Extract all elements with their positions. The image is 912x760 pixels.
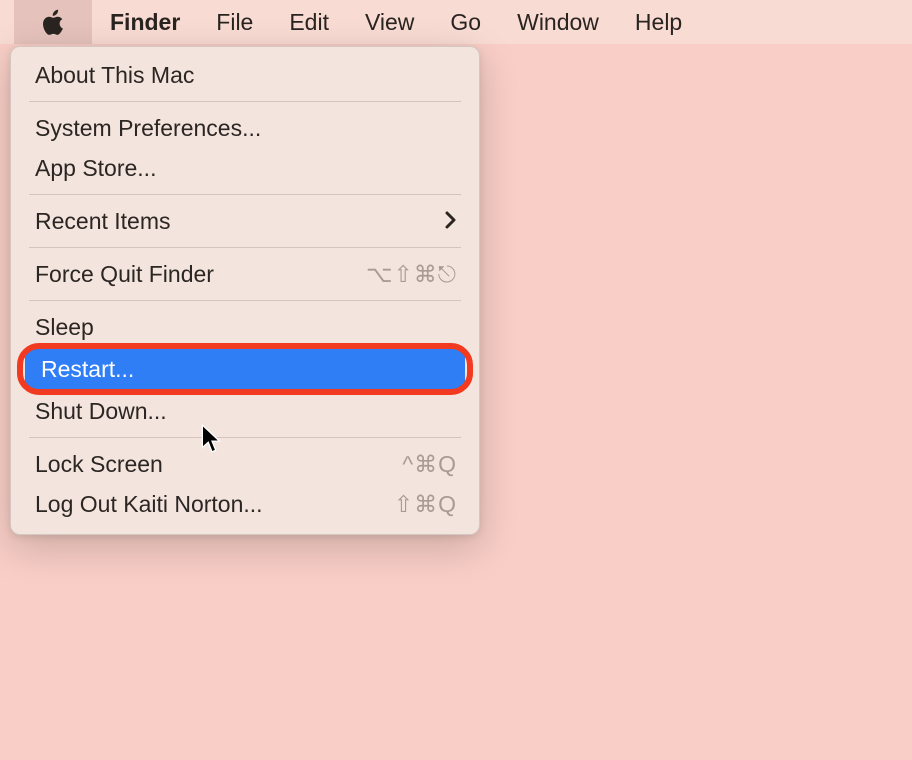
apple-logo-icon — [40, 7, 66, 37]
menubar-item-view[interactable]: View — [347, 0, 432, 44]
menu-item-shut-down[interactable]: Shut Down... — [11, 391, 479, 431]
menu-item-about[interactable]: About This Mac — [11, 55, 479, 95]
menu-separator — [29, 300, 461, 301]
menu-item-lock-screen[interactable]: Lock Screen ^⌘Q — [11, 444, 479, 484]
menu-separator — [29, 437, 461, 438]
apple-menu-dropdown: About This Mac System Preferences... App… — [10, 46, 480, 535]
menubar-app-name[interactable]: Finder — [92, 0, 198, 44]
menu-shortcut: ⌥⇧⌘⎋ — [366, 261, 457, 288]
menu-label: Restart... — [41, 356, 134, 383]
menubar-item-go[interactable]: Go — [432, 0, 499, 44]
menu-label: Sleep — [35, 314, 94, 341]
menubar-item-file[interactable]: File — [198, 0, 271, 44]
menu-label: Log Out Kaiti Norton... — [35, 491, 263, 518]
menubar-item-help[interactable]: Help — [617, 0, 700, 44]
menu-item-system-preferences[interactable]: System Preferences... — [11, 108, 479, 148]
menu-item-log-out[interactable]: Log Out Kaiti Norton... ⇧⌘Q — [11, 484, 479, 524]
menu-item-recent-items[interactable]: Recent Items — [11, 201, 479, 241]
menu-label: About This Mac — [35, 62, 194, 89]
menu-item-app-store[interactable]: App Store... — [11, 148, 479, 188]
menu-label: System Preferences... — [35, 115, 261, 142]
menu-shortcut: ^⌘Q — [402, 451, 457, 478]
menu-shortcut: ⇧⌘Q — [394, 491, 457, 518]
menu-item-restart[interactable]: Restart... — [25, 349, 465, 389]
menubar-item-edit[interactable]: Edit — [271, 0, 347, 44]
menu-label: Lock Screen — [35, 451, 163, 478]
highlighted-wrapper: Restart... — [17, 349, 473, 389]
menubar-item-window[interactable]: Window — [499, 0, 617, 44]
menu-separator — [29, 101, 461, 102]
menu-label: Shut Down... — [35, 398, 167, 425]
chevron-right-icon — [445, 208, 457, 235]
menubar: Finder File Edit View Go Window Help — [0, 0, 912, 44]
menu-separator — [29, 247, 461, 248]
menu-item-sleep[interactable]: Sleep — [11, 307, 479, 347]
menu-label: App Store... — [35, 155, 156, 182]
apple-menu-button[interactable] — [14, 0, 92, 44]
menu-separator — [29, 194, 461, 195]
menu-item-force-quit[interactable]: Force Quit Finder ⌥⇧⌘⎋ — [11, 254, 479, 294]
menu-label: Force Quit Finder — [35, 261, 214, 288]
menu-label: Recent Items — [35, 208, 171, 235]
